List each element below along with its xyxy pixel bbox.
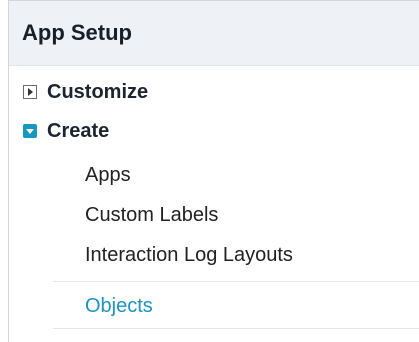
setup-title: App Setup — [22, 20, 132, 45]
tree-item-objects-label[interactable]: Objects — [85, 294, 153, 318]
setup-panel: App Setup Customize Create Apps Custom L… — [8, 0, 419, 342]
expand-toggle-icon[interactable] — [23, 85, 37, 99]
tree-item-objects[interactable]: Objects — [53, 281, 419, 329]
tree-item-custom-labels[interactable]: Custom Labels — [85, 203, 218, 227]
tree-node-label[interactable]: Create — [47, 119, 109, 143]
tree-item-apps[interactable]: Apps — [85, 163, 131, 187]
tree-node-label[interactable]: Customize — [47, 80, 148, 104]
tree-node-create[interactable]: Create — [9, 117, 419, 147]
tree-node-customize[interactable]: Customize — [9, 78, 419, 108]
setup-header: App Setup — [9, 1, 419, 66]
collapse-toggle-icon[interactable] — [23, 124, 37, 138]
tree-item-interaction-log-layouts[interactable]: Interaction Log Layouts — [85, 243, 293, 267]
